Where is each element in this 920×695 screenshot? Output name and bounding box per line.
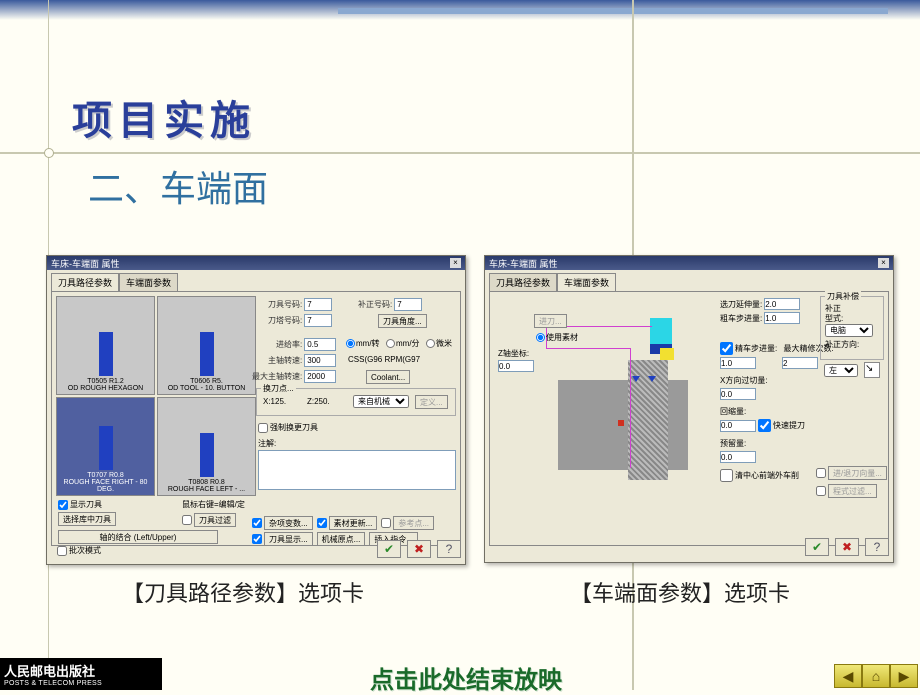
cancel-button[interactable]: ✖ [407, 540, 431, 558]
face-diagram: 进刀... 使用素材 Z轴坐标: [498, 300, 718, 520]
retract-input[interactable] [720, 420, 756, 432]
feed-unit-min-radio[interactable] [386, 339, 395, 348]
ref-point-button: 参考点... [393, 516, 434, 530]
dialog-face-params: 车床-车端面 属性 × 刀具路径参数 车端面参数 进刀... 使用素材 [484, 255, 894, 563]
tool-angle-button[interactable]: 刀具角度... [378, 314, 427, 328]
close-icon[interactable]: × [450, 258, 461, 268]
tool-filter-button[interactable]: 刀具过滤 [194, 513, 236, 527]
x-reserve-input[interactable] [720, 388, 756, 400]
use-stock-radio[interactable] [536, 333, 545, 342]
finish-checkbox[interactable] [720, 342, 733, 355]
tool-library-grid: T0505 R1.2 OD ROUGH HEXAGON T0606 R5. OD… [56, 296, 256, 496]
rapid-retract-checkbox[interactable] [758, 419, 771, 432]
finish-step-input[interactable] [720, 357, 756, 369]
tool-item[interactable]: T0505 R1.2 OD ROUGH HEXAGON [56, 296, 155, 395]
nav-home-button[interactable]: ⌂ [862, 664, 890, 688]
dialog-tool-path-params: 车床-车端面 属性 × 刀具路径参数 车端面参数 T0505 R1.2 OD R… [46, 255, 466, 565]
feed-unit-rev-radio[interactable] [346, 339, 355, 348]
tab-face-params[interactable]: 车端面参数 [119, 273, 178, 291]
comp-dir-select[interactable]: 左 [824, 364, 858, 377]
ok-button[interactable]: ✔ [377, 540, 401, 558]
css-rpm-label: CSS(G96 RPM(G97 [348, 355, 420, 364]
checkmark-icon: ✔ [812, 540, 822, 554]
adaptive-ext-input[interactable] [764, 298, 800, 310]
program-filter-button: 程式过滤... [828, 484, 877, 498]
publisher-logo: 人民邮电出版社 POSTS & TELECOM PRESS [0, 658, 162, 690]
feed-retract-vector-button: 进/退刀向量... [828, 466, 887, 480]
max-finish-input[interactable] [782, 357, 818, 369]
station-number-input[interactable] [304, 314, 332, 327]
comp-dir-icon: ↘ [864, 362, 880, 378]
comp-group-title: 刀具补偿 [825, 291, 861, 302]
nav-prev-button[interactable]: ◀ [834, 664, 862, 688]
show-tool-checkbox[interactable]: 显示刀具 [58, 499, 102, 510]
close-icon[interactable]: × [878, 258, 889, 268]
feed-rate-input[interactable] [304, 338, 336, 351]
home-icon: ⌂ [872, 668, 880, 684]
stock-update-button[interactable]: 素材更新... [329, 516, 378, 530]
tool-item[interactable]: T0808 R0.8 ROUGH FACE LEFT - ... [157, 397, 256, 496]
tool-icon [200, 433, 214, 477]
tool-number-input[interactable] [304, 298, 332, 311]
nav-next-button[interactable]: ▶ [890, 664, 918, 688]
help-button[interactable]: ? [865, 538, 889, 556]
dialog-title: 车床-车端面 属性 [51, 257, 120, 270]
help-button[interactable]: ? [437, 540, 461, 558]
tool-item[interactable]: T0606 R5. OD TOOL - 10. BUTTON [157, 296, 256, 395]
z-coord-input[interactable] [498, 360, 534, 372]
coolant-button[interactable]: Coolant... [366, 370, 410, 384]
tool-icon [99, 426, 113, 470]
note-label: 注解: [258, 438, 276, 449]
caption-right: 【车端面参数】选项卡 [570, 576, 790, 608]
feed-button: 进刀... [534, 314, 567, 328]
offset-number-input[interactable] [394, 298, 422, 311]
tool-icon [99, 332, 113, 376]
dialog-titlebar[interactable]: 车床-车端面 属性 × [485, 256, 893, 270]
mouse-hint-label: 鼠标右键=编辑/定 [182, 499, 245, 510]
tab-face-params[interactable]: 车端面参数 [557, 273, 616, 291]
feed-unit-micro-radio[interactable] [426, 339, 435, 348]
tab-tool-path[interactable]: 刀具路径参数 [51, 273, 119, 291]
tool-icon [200, 332, 214, 376]
tool-item-selected[interactable]: T0707 R0.8 ROUGH FACE RIGHT - 80 DEG. [56, 397, 155, 496]
z-coord-label: Z轴坐标: [498, 348, 529, 359]
dialog-titlebar[interactable]: 车床-车端面 属性 × [47, 256, 465, 270]
reserve-input[interactable] [720, 451, 756, 463]
comp-type-select[interactable]: 电脑 [825, 324, 873, 337]
x-icon: ✖ [414, 542, 424, 556]
misc-vars-button[interactable]: 杂项变数... [264, 516, 313, 530]
dialog-title: 车床-车端面 属性 [489, 257, 558, 270]
tab-tool-path[interactable]: 刀具路径参数 [489, 273, 557, 291]
checkmark-icon: ✔ [384, 542, 394, 556]
slide-title: 项目实施 [72, 88, 256, 146]
change-point-mode-select[interactable]: 来自机械 [353, 395, 409, 408]
note-textarea[interactable] [258, 450, 456, 490]
question-icon: ? [874, 540, 881, 554]
rough-step-input[interactable] [764, 312, 800, 324]
max-spindle-input[interactable] [304, 370, 336, 383]
x-icon: ✖ [842, 540, 852, 554]
slide-subtitle: 二、车端面 [88, 160, 268, 212]
define-button: 定义... [415, 395, 448, 409]
question-icon: ? [446, 542, 453, 556]
arrow-left-icon: ◀ [843, 668, 854, 685]
caption-left: 【刀具路径参数】选项卡 [122, 576, 364, 608]
cancel-button[interactable]: ✖ [835, 538, 859, 556]
force-change-checkbox[interactable]: 强制换更刀具 [258, 422, 318, 433]
select-library-tool-button[interactable]: 选择库中刀具 [58, 512, 116, 526]
arrow-right-icon: ▶ [899, 668, 910, 685]
ok-button[interactable]: ✔ [805, 538, 829, 556]
change-point-label: 换刀点... [261, 383, 296, 394]
spindle-speed-input[interactable] [304, 354, 336, 367]
